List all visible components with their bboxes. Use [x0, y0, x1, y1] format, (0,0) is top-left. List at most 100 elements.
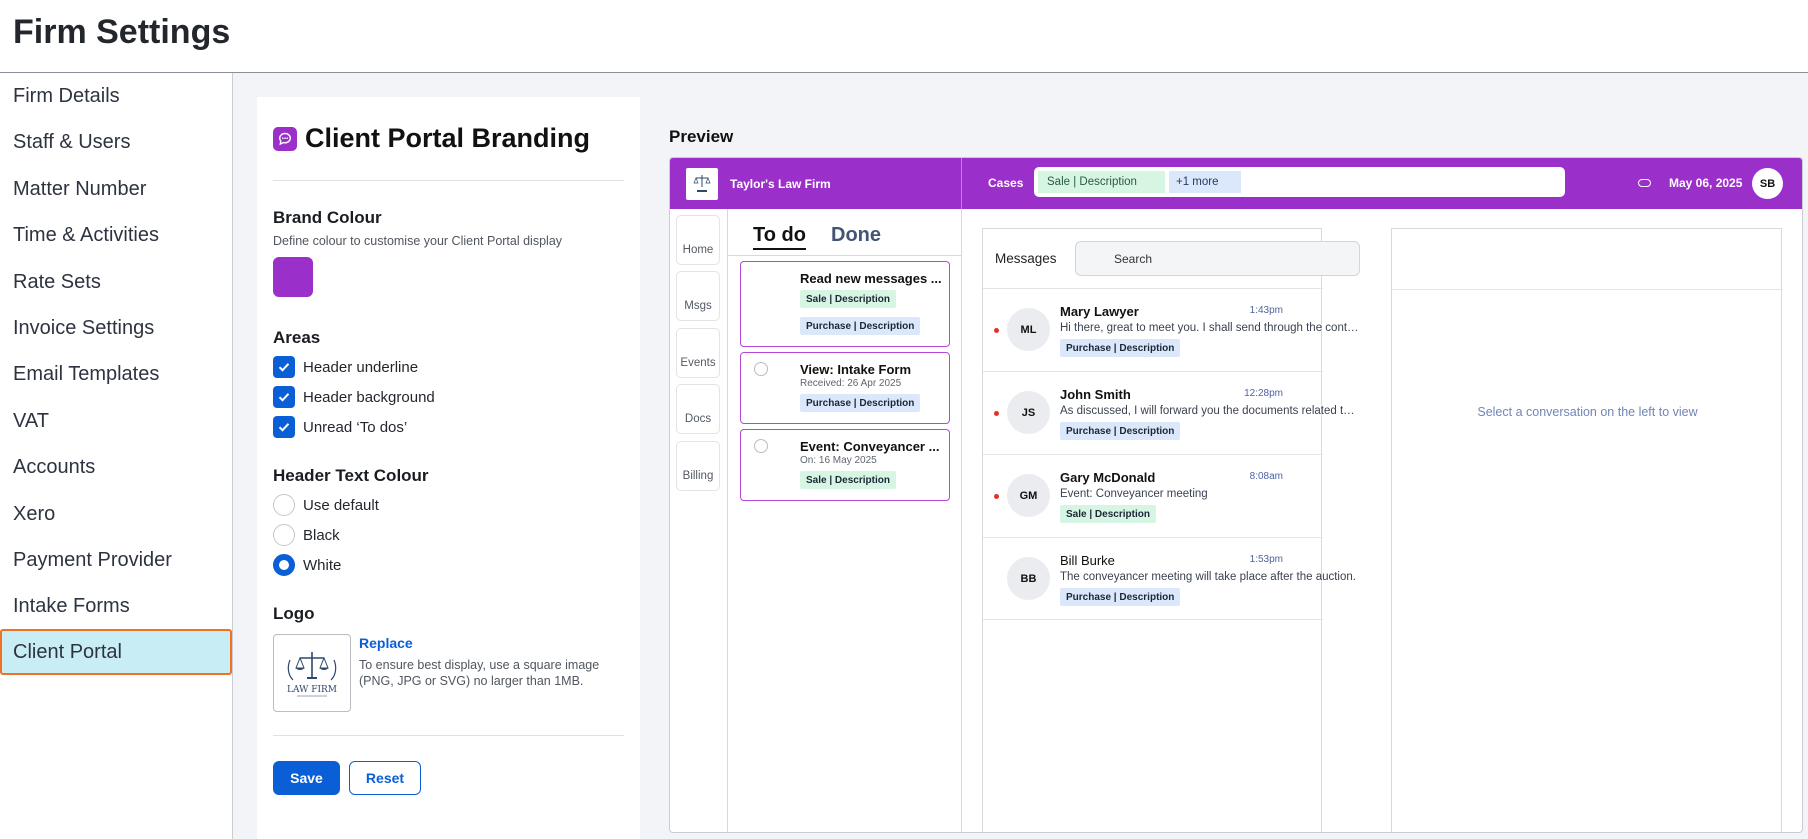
sidebar-item-payment-provider[interactable]: Payment Provider	[0, 537, 232, 583]
settings-sidebar: Firm Details Staff & Users Matter Number…	[0, 73, 233, 839]
preview-header-bar: Taylor's Law Firm Cases Sale | Descripti…	[670, 158, 1802, 209]
message-avatar: GM	[1007, 474, 1050, 517]
radio-use-default[interactable]: Use default	[273, 494, 379, 516]
preview-more-chip[interactable]: +1 more	[1169, 171, 1241, 193]
preview-brand: Taylor's Law Firm	[670, 158, 962, 209]
tab-done[interactable]: Done	[831, 224, 881, 247]
sidebar-item-label: Accounts	[13, 455, 96, 478]
checkbox-checked-icon[interactable]	[273, 386, 295, 408]
radio-white[interactable]: White	[273, 554, 341, 576]
radio-label: Use default	[303, 496, 379, 514]
unread-dot-icon	[994, 411, 999, 416]
radio-unselected-icon[interactable]	[273, 494, 295, 516]
sidebar-item-firm-details[interactable]: Firm Details	[0, 73, 232, 119]
message-tag: Purchase | Description	[1060, 588, 1181, 606]
checkbox-checked-icon[interactable]	[273, 356, 295, 378]
message-avatar: JS	[1007, 391, 1050, 434]
sidebar-item-vat[interactable]: VAT	[0, 398, 232, 444]
sidebar-item-label: Client Portal	[13, 640, 122, 663]
todo-title: View: Intake Form	[800, 362, 912, 377]
conversation-empty-state: Select a conversation on the left to vie…	[1477, 405, 1698, 419]
sidebar-item-xero[interactable]: Xero	[0, 491, 232, 537]
message-sender: Gary McDonald	[1060, 470, 1156, 485]
checkbox-header-underline[interactable]: Header underline	[273, 356, 418, 378]
todo-tag-sale: Sale | Description	[800, 290, 896, 308]
sidebar-item-label: Time & Activities	[13, 223, 159, 246]
message-sender: John Smith	[1060, 387, 1131, 402]
header-text-colour-label: Header Text Colour	[273, 466, 429, 485]
todo-radio-icon[interactable]	[754, 439, 768, 453]
message-tag: Purchase | Description	[1060, 339, 1181, 357]
divider	[273, 735, 624, 736]
preview-avatar[interactable]: SB	[1752, 168, 1783, 199]
sidebar-item-accounts[interactable]: Accounts	[0, 444, 232, 490]
checkbox-checked-icon[interactable]	[273, 416, 295, 438]
message-tag: Sale | Description	[1060, 505, 1156, 523]
conversation-header-divider	[1392, 289, 1783, 290]
message-sender: Bill Burke	[1060, 553, 1115, 568]
sidebar-item-email-templates[interactable]: Email Templates	[0, 351, 232, 397]
sidebar-item-label: Matter Number	[13, 177, 147, 200]
message-time: 1:43pm	[1249, 305, 1283, 316]
areas-label: Areas	[273, 328, 321, 347]
preview-case-selector[interactable]: Sale | Description +1 more	[1034, 167, 1565, 197]
todo-subtitle: On: 16 May 2025	[800, 455, 877, 466]
svg-text:LAW FIRM: LAW FIRM	[287, 685, 337, 695]
todo-radio-icon[interactable]	[754, 362, 768, 376]
todo-subtitle: Received: 26 Apr 2025	[800, 378, 902, 389]
save-button[interactable]: Save	[273, 761, 340, 795]
radio-selected-icon[interactable]	[273, 554, 295, 576]
brand-colour-swatch[interactable]	[273, 257, 313, 297]
preview-label: Preview	[669, 127, 734, 146]
sidebar-item-label: Payment Provider	[13, 548, 172, 571]
sidebar-item-label: Invoice Settings	[13, 316, 155, 339]
sidebar-item-time-activities[interactable]: Time & Activities	[0, 212, 232, 258]
sidebar-item-invoice-settings[interactable]: Invoice Settings	[0, 305, 232, 351]
sidebar-item-label: Email Templates	[13, 362, 160, 385]
sidebar-item-label: VAT	[13, 409, 49, 432]
todo-tag-sale: Sale | Description	[800, 471, 896, 489]
preview-conversation-panel: Select a conversation on the left to vie…	[1391, 228, 1783, 832]
sidebar-item-label: Intake Forms	[13, 594, 130, 617]
preview-nav-billing[interactable]: Billing	[676, 441, 720, 491]
sidebar-item-label: Rate Sets	[13, 270, 101, 293]
sidebar-item-intake-forms[interactable]: Intake Forms	[0, 583, 232, 629]
page-header: Firm Settings	[0, 0, 1808, 73]
logo-label: Logo	[273, 604, 315, 623]
todo-card[interactable]: Event: Conveyancer ... On: 16 May 2025 S…	[740, 429, 950, 501]
checkbox-unread-todos[interactable]: Unread ‘To dos’	[273, 416, 407, 438]
preview-nav-home[interactable]: Home	[676, 215, 720, 265]
todo-title: Read new messages ...	[800, 271, 942, 286]
logo-preview[interactable]: LAW FIRM	[273, 634, 351, 712]
todo-card[interactable]: View: Intake Form Received: 26 Apr 2025 …	[740, 352, 950, 424]
message-row[interactable]: GM Gary McDonald 8:08am Event: Conveyanc…	[983, 454, 1323, 537]
replace-logo-link[interactable]: Replace	[359, 635, 413, 651]
radio-unselected-icon[interactable]	[273, 524, 295, 546]
sidebar-item-staff-users[interactable]: Staff & Users	[0, 119, 232, 165]
message-row[interactable]: ML Mary Lawyer 1:43pm Hi there, great to…	[983, 288, 1360, 371]
todo-title: Event: Conveyancer ...	[800, 439, 940, 454]
reset-button[interactable]: Reset	[349, 761, 421, 795]
preview-date: May 06, 2025	[1669, 176, 1743, 190]
radio-black[interactable]: Black	[273, 524, 340, 546]
sidebar-item-matter-number[interactable]: Matter Number	[0, 166, 232, 212]
preview-nav-docs[interactable]: Docs	[676, 384, 720, 434]
tab-todo[interactable]: To do	[753, 224, 806, 250]
tab-divider	[728, 255, 962, 256]
message-row[interactable]: BB Bill Burke 1:53pm The conveyancer mee…	[983, 537, 1356, 620]
radio-label: Black	[303, 526, 340, 544]
message-time: 1:53pm	[1249, 554, 1283, 565]
message-row[interactable]: JS John Smith 12:28pm As discussed, I wi…	[983, 371, 1360, 454]
preview-nav-msgs[interactable]: Msgs	[676, 271, 720, 321]
checkbox-header-background[interactable]: Header background	[273, 386, 435, 408]
todo-tag-purchase: Purchase | Description	[800, 317, 921, 335]
messages-search-input[interactable]: Search	[1075, 241, 1360, 276]
sidebar-item-client-portal[interactable]: Client Portal	[0, 629, 232, 675]
logo-hint: To ensure best display, use a square ima…	[359, 658, 600, 688]
unread-dot-icon	[994, 328, 999, 333]
todo-card[interactable]: Read new messages ... Sale | Description…	[740, 261, 950, 347]
sidebar-item-rate-sets[interactable]: Rate Sets	[0, 259, 232, 305]
panel-title: Client Portal Branding	[273, 123, 590, 154]
preview-nav-events[interactable]: Events	[676, 328, 720, 378]
preview-toggle-icon[interactable]	[1638, 179, 1651, 187]
